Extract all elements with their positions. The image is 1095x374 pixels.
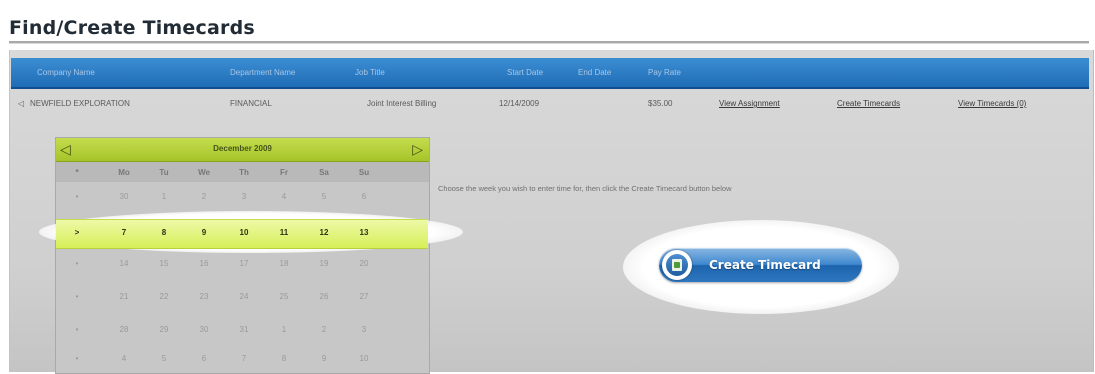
day-header: Th — [239, 168, 249, 177]
calendar-day-selected[interactable]: 12 — [304, 228, 344, 237]
calendar-day-selected[interactable]: 10 — [224, 228, 264, 237]
calendar-week-row[interactable]: • 21 22 23 24 25 26 27 — [56, 283, 429, 310]
calendar-day[interactable]: 27 — [344, 292, 384, 301]
calendar-day[interactable]: 6 — [344, 192, 384, 201]
calendar-day[interactable]: 7 — [224, 354, 264, 363]
day-header: Su — [358, 168, 370, 177]
calendar-day[interactable]: 30 — [184, 325, 224, 334]
day-header: Sa — [319, 168, 329, 177]
week-marker: • — [75, 259, 79, 268]
row-start-date: 12/14/2009 — [499, 99, 540, 108]
col-header-end-date: End Date — [578, 68, 612, 77]
week-marker: • — [75, 354, 79, 363]
title-divider — [9, 41, 1089, 43]
calendar-day[interactable]: 29 — [144, 325, 184, 334]
timecard-icon — [662, 250, 692, 280]
calendar-day-selected[interactable]: 7 — [104, 228, 144, 237]
calendar-day[interactable]: 16 — [184, 259, 224, 268]
calendar-day[interactable]: 20 — [344, 259, 384, 268]
calendar-day[interactable]: 3 — [344, 325, 384, 334]
calendar-day[interactable]: 28 — [104, 325, 144, 334]
calendar-day[interactable]: 1 — [264, 325, 304, 334]
calendar-day[interactable]: 15 — [144, 259, 184, 268]
week-column-header: * — [75, 168, 79, 177]
selected-week-marker: > — [74, 228, 80, 237]
calendar-month-label: December 2009 — [213, 144, 272, 153]
calendar-day[interactable]: 18 — [264, 259, 304, 268]
col-header-department: Department Name — [230, 68, 296, 77]
view-timecards-link[interactable]: View Timecards (0) — [958, 99, 1026, 108]
calendar-day[interactable]: 31 — [224, 325, 264, 334]
calendar-day[interactable]: 10 — [344, 354, 384, 363]
calendar-day[interactable]: 8 — [264, 354, 304, 363]
calendar-day-selected[interactable]: 13 — [344, 228, 384, 237]
calendar-day[interactable]: 6 — [184, 354, 224, 363]
calendar-day[interactable]: 17 — [224, 259, 264, 268]
calendar-header: ◁ December 2009 ▷ — [56, 138, 429, 162]
calendar-day[interactable]: 2 — [184, 192, 224, 201]
week-marker: • — [75, 292, 79, 301]
triangle-right-icon[interactable]: ▷ — [412, 141, 423, 158]
calendar-day[interactable]: 25 — [264, 292, 304, 301]
calendar-week-row[interactable]: • 4 5 6 7 8 9 10 — [56, 345, 429, 372]
week-calendar: ◁ December 2009 ▷ * Mo Tu We Th Fr Sa Su… — [55, 137, 430, 374]
calendar-day[interactable]: 4 — [264, 192, 304, 201]
calendar-day-selected[interactable]: 11 — [264, 228, 304, 237]
calendar-day[interactable]: 24 — [224, 292, 264, 301]
calendar-day[interactable]: 30 — [104, 192, 144, 201]
day-header: We — [198, 168, 210, 177]
assignments-table-header — [11, 58, 1089, 89]
create-timecards-link[interactable]: Create Timecards — [837, 99, 900, 108]
day-header: Mo — [118, 168, 130, 177]
day-header: Tu — [159, 168, 169, 177]
calendar-day[interactable]: 9 — [304, 354, 344, 363]
row-department: FINANCIAL — [230, 99, 272, 108]
view-assignment-link[interactable]: View Assignment — [719, 99, 780, 108]
col-header-start-date: Start Date — [507, 68, 544, 77]
week-marker: • — [75, 192, 79, 201]
calendar-day[interactable]: 2 — [304, 325, 344, 334]
instructions-text: Choose the week you wish to enter time f… — [438, 184, 732, 193]
calendar-day[interactable]: 22 — [144, 292, 184, 301]
calendar-day[interactable]: 4 — [104, 354, 144, 363]
row-company: NEWFIELD EXPLORATION — [30, 99, 130, 108]
col-header-pay-rate: Pay Rate — [648, 68, 681, 77]
create-timecard-label: Create Timecard — [709, 258, 821, 272]
col-header-job-title: Job Title — [355, 68, 385, 77]
calendar-day[interactable]: 3 — [224, 192, 264, 201]
calendar-day[interactable]: 5 — [304, 192, 344, 201]
calendar-week-row[interactable]: • 28 29 30 31 1 2 3 — [56, 316, 429, 343]
row-expand-icon[interactable]: ◁ — [18, 99, 24, 108]
col-header-company: Company Name — [37, 68, 95, 77]
calendar-day[interactable]: 5 — [144, 354, 184, 363]
day-header: Fr — [280, 168, 288, 177]
calendar-day[interactable]: 14 — [104, 259, 144, 268]
calendar-week-row[interactable]: • 30 1 2 3 4 5 6 — [56, 183, 429, 210]
calendar-day[interactable]: 21 — [104, 292, 144, 301]
create-timecard-button[interactable]: Create Timecard — [659, 248, 862, 282]
page-title: Find/Create Timecards — [9, 17, 255, 39]
calendar-day-selected[interactable]: 9 — [184, 228, 224, 237]
calendar-day-headers: * Mo Tu We Th Fr Sa Su — [56, 162, 429, 182]
calendar-day[interactable]: 26 — [304, 292, 344, 301]
calendar-day-selected[interactable]: 8 — [144, 228, 184, 237]
calendar-day[interactable]: 1 — [144, 192, 184, 201]
calendar-day[interactable]: 19 — [304, 259, 344, 268]
row-job-title: Joint Interest Billing — [367, 99, 437, 108]
row-pay-rate: $35.00 — [648, 99, 673, 108]
week-marker: • — [75, 325, 79, 334]
calendar-day[interactable]: 23 — [184, 292, 224, 301]
calendar-week-row[interactable]: • 14 15 16 17 18 19 20 — [56, 250, 429, 277]
